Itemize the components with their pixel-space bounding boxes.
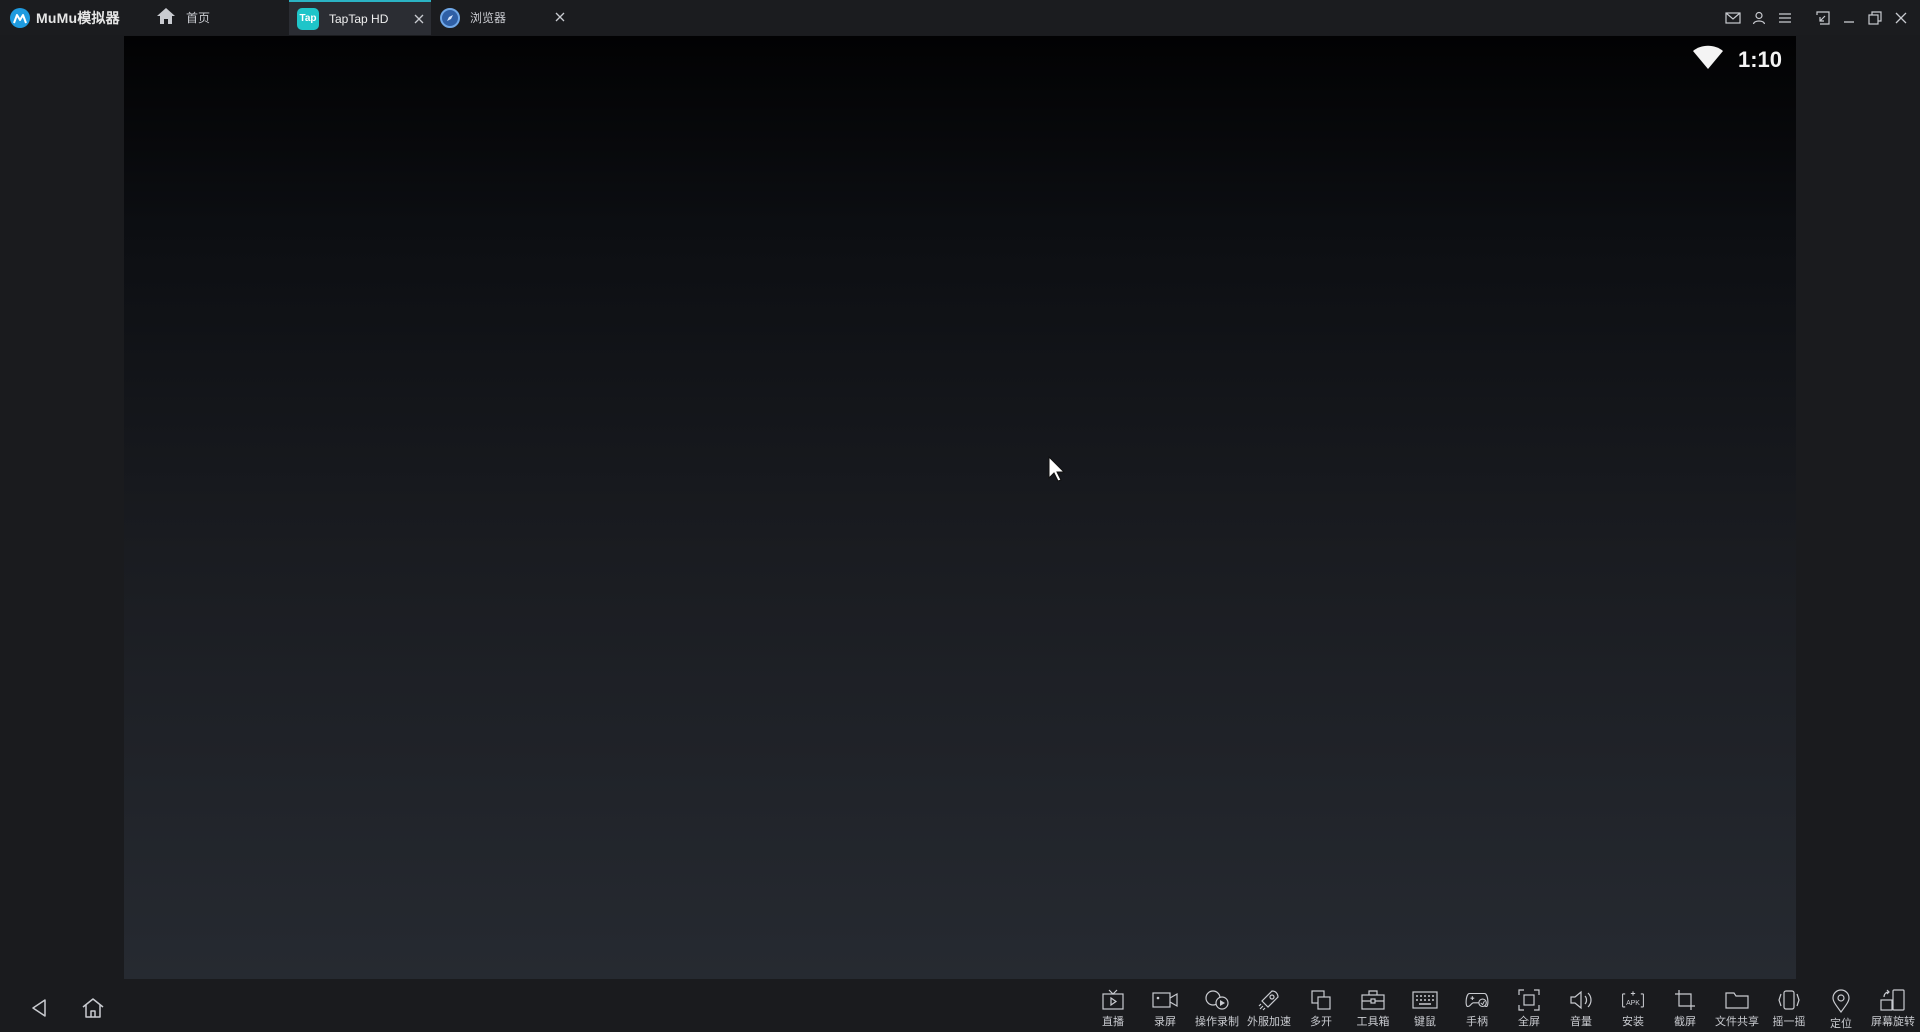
android-status-bar: 1:10 xyxy=(1692,44,1782,75)
menu-icon[interactable] xyxy=(1772,5,1798,31)
minimize-icon[interactable] xyxy=(1836,5,1862,31)
tool-label: 安装 xyxy=(1622,1016,1644,1028)
tool-label: 手柄 xyxy=(1466,1016,1488,1028)
crop-screenshot-icon xyxy=(1672,989,1698,1011)
bottom-bar: 直播 录屏 操作录制 外服加速 多开 工具箱 键鼠 手柄 全屏 音量 APK 安… xyxy=(0,979,1920,1032)
tool-label: 截屏 xyxy=(1674,1016,1696,1028)
tool-label: 直播 xyxy=(1102,1016,1124,1028)
tool-toolbox[interactable]: 工具箱 xyxy=(1347,983,1399,1029)
multi-instance-icon xyxy=(1308,989,1334,1011)
tool-label: 键鼠 xyxy=(1414,1016,1436,1028)
tool-live[interactable]: 直播 xyxy=(1087,983,1139,1029)
operation-record-icon xyxy=(1204,989,1230,1011)
tool-label: 屏幕旋转 xyxy=(1871,1016,1915,1028)
tool-label: 录屏 xyxy=(1154,1016,1176,1028)
toolbar: 直播 录屏 操作录制 外服加速 多开 工具箱 键鼠 手柄 全屏 音量 APK 安… xyxy=(1087,983,1919,1030)
close-icon[interactable] xyxy=(552,9,568,25)
back-icon[interactable] xyxy=(24,993,54,1023)
title-bar: MuMu模拟器 首页 Tap TapTap HD 浏览器 xyxy=(0,0,1920,35)
home-icon xyxy=(156,7,176,28)
tool-label: 定位 xyxy=(1830,1018,1852,1030)
gamepad-icon xyxy=(1464,989,1490,1011)
tool-operation-record[interactable]: 操作录制 xyxy=(1191,983,1243,1029)
tool-install-apk[interactable]: APK 安装 xyxy=(1607,983,1659,1029)
live-tv-icon xyxy=(1100,989,1126,1011)
tool-location[interactable]: 定位 xyxy=(1815,983,1867,1030)
mouse-cursor-icon xyxy=(1048,455,1066,487)
mail-icon[interactable] xyxy=(1720,5,1746,31)
tab-home-label: 首页 xyxy=(186,11,211,25)
tool-keyboard-mouse[interactable]: 键鼠 xyxy=(1399,983,1451,1029)
tool-label: 文件共享 xyxy=(1715,1016,1759,1028)
status-clock: 1:10 xyxy=(1737,46,1782,72)
window-controls xyxy=(1720,0,1914,35)
app-title: MuMu模拟器 xyxy=(36,9,120,26)
tab-taptap-label: TapTap HD xyxy=(329,11,389,26)
tool-rotate-screen[interactable]: 屏幕旋转 xyxy=(1867,983,1919,1029)
tool-screenshot[interactable]: 截屏 xyxy=(1659,983,1711,1029)
camera-record-icon xyxy=(1152,989,1178,1011)
app-logo: MuMu模拟器 xyxy=(0,0,140,35)
tool-label: 外服加速 xyxy=(1247,1016,1291,1028)
shake-icon xyxy=(1776,989,1802,1011)
tool-label: 摇一摇 xyxy=(1772,1016,1806,1028)
wifi-icon xyxy=(1692,44,1724,75)
restore-icon[interactable] xyxy=(1862,5,1888,31)
android-home-icon[interactable] xyxy=(78,993,108,1023)
tool-label: 操作录制 xyxy=(1195,1016,1239,1028)
close-icon[interactable] xyxy=(411,11,427,27)
user-icon[interactable] xyxy=(1746,5,1772,31)
tab-taptap-hd[interactable]: Tap TapTap HD xyxy=(289,0,431,35)
tab-browser-label: 浏览器 xyxy=(470,11,507,25)
tab-browser[interactable]: 浏览器 xyxy=(432,0,572,35)
emulator-screen[interactable]: 1:10 xyxy=(124,36,1796,979)
keyboard-icon xyxy=(1412,989,1438,1011)
tool-label: 音量 xyxy=(1570,1016,1592,1028)
tool-multi-instance[interactable]: 多开 xyxy=(1295,983,1347,1029)
rotate-screen-icon xyxy=(1880,989,1906,1011)
tool-shake[interactable]: 摇一摇 xyxy=(1763,983,1815,1029)
folder-share-icon xyxy=(1724,989,1750,1011)
rocket-icon xyxy=(1256,989,1282,1011)
mini-mode-icon[interactable] xyxy=(1810,5,1836,31)
apk-text: APK xyxy=(1626,1000,1640,1007)
tool-gamepad[interactable]: 手柄 xyxy=(1451,983,1503,1029)
tool-volume[interactable]: 音量 xyxy=(1555,983,1607,1029)
tool-accelerate[interactable]: 外服加速 xyxy=(1243,983,1295,1029)
tool-screen-record[interactable]: 录屏 xyxy=(1139,983,1191,1029)
tool-label: 工具箱 xyxy=(1356,1016,1390,1028)
tool-file-share[interactable]: 文件共享 xyxy=(1711,983,1763,1029)
tool-label: 全屏 xyxy=(1518,1016,1540,1028)
tool-fullscreen[interactable]: 全屏 xyxy=(1503,983,1555,1029)
toolbox-icon xyxy=(1360,989,1386,1011)
fullscreen-icon xyxy=(1516,989,1542,1011)
location-icon xyxy=(1828,989,1854,1013)
browser-icon xyxy=(440,7,460,28)
tool-label: 多开 xyxy=(1310,1016,1332,1028)
apk-install-icon: APK xyxy=(1620,989,1646,1011)
tab-home[interactable]: 首页 xyxy=(150,0,290,35)
mumu-logo-icon xyxy=(10,7,30,28)
close-window-icon[interactable] xyxy=(1888,5,1914,31)
taptap-icon: Tap xyxy=(297,7,319,30)
volume-icon xyxy=(1568,989,1594,1011)
